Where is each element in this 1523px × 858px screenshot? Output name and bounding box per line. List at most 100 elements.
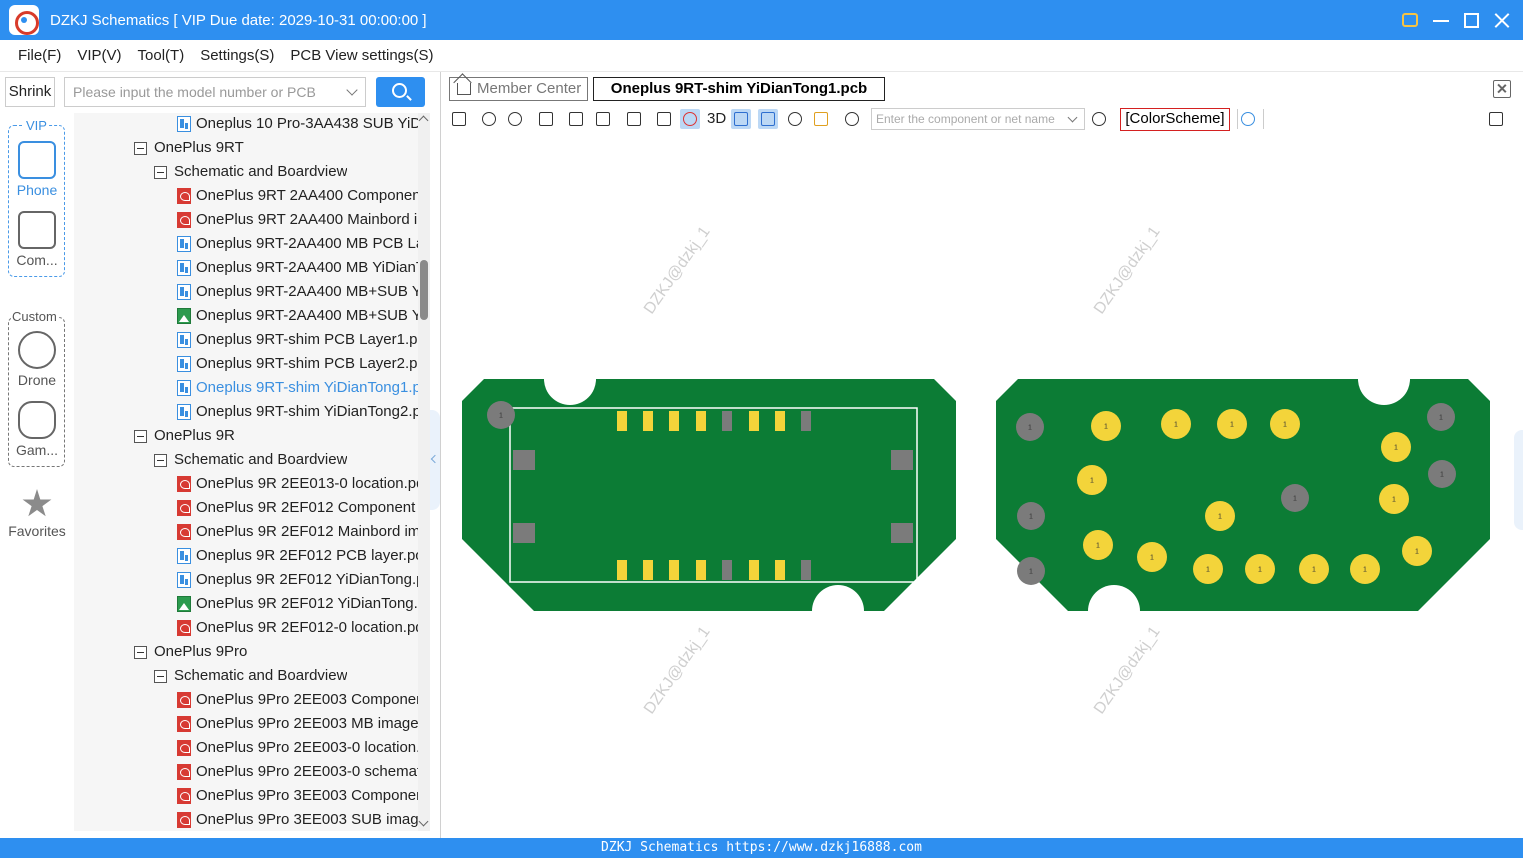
net-highlight-icon[interactable] [758, 109, 778, 129]
layer-flip-icon[interactable] [680, 109, 700, 129]
collapse-icon[interactable] [134, 429, 147, 443]
image-file-icon [177, 308, 191, 324]
eye-icon[interactable] [1238, 109, 1258, 129]
tree-label: OnePlus 9Pro [154, 643, 248, 660]
tree-file[interactable]: Oneplus 9RT-2AA400 MB PCB Layer [177, 232, 418, 256]
collapse-icon[interactable] [134, 645, 147, 659]
home-icon [457, 83, 471, 95]
tree-group[interactable]: OnePlus 9R [134, 424, 418, 448]
component-search-input[interactable]: Enter the component or net name [871, 108, 1085, 130]
tree-file[interactable]: OnePlus 9R 2EF012 YiDianTong.sr [177, 592, 418, 616]
color-scheme-button[interactable]: [ColorScheme] [1120, 108, 1230, 131]
pin-number-label: 1 [1312, 567, 1316, 574]
tree-file[interactable]: Oneplus 9RT-2AA400 MB+SUB YiDian [177, 280, 418, 304]
pcb-drawing[interactable]: DZKJ@dzkj_1 DZKJ@dzkj_1 DZKJ@dzkj_1 DZKJ@dz… [441, 133, 1514, 838]
pad [891, 450, 913, 470]
tree-file[interactable]: OnePlus 9R 2EF012-0 location.pdf [177, 616, 418, 640]
tree-file[interactable]: Oneplus 9RT-shim PCB Layer1.pcb [177, 328, 418, 352]
tree-label: OnePlus 9R 2EF012 YiDianTong.sr [196, 595, 418, 612]
shrink-button[interactable]: Shrink [5, 77, 55, 107]
chevron-down-icon[interactable] [346, 84, 358, 96]
shopping-bag-icon[interactable] [1402, 13, 1418, 27]
pin-number-label: 1 [1090, 478, 1094, 485]
tree-group[interactable]: OnePlus 9RT [134, 136, 418, 160]
tree-file[interactable]: Oneplus 9RT-2AA400 MB+SUB YiDian [177, 304, 418, 328]
mirror-icon[interactable] [654, 109, 674, 129]
mouse-icon[interactable] [842, 109, 862, 129]
pdf-file-icon [177, 524, 191, 540]
tree-file[interactable]: Oneplus 9RT-shim YiDianTong2.pcb [177, 400, 418, 424]
tree-file[interactable]: OnePlus 9R 2EF012 Component e [177, 496, 418, 520]
tree-file[interactable]: Oneplus 10 Pro-3AA438 SUB YiDianTong [177, 113, 418, 136]
side-panel-icon[interactable] [1486, 109, 1506, 129]
trace-icon[interactable] [785, 109, 805, 129]
collapse-icon[interactable] [134, 141, 147, 155]
arrow-connect-icon[interactable] [731, 109, 751, 129]
tree-file[interactable]: OnePlus 9R 2EF012 Mainbord ima [177, 520, 418, 544]
tree-file[interactable]: OnePlus 9Pro 2EE003 MB image.pdf [177, 712, 418, 736]
tree-scrollbar[interactable] [418, 113, 430, 831]
category-drone-label: Drone [17, 372, 57, 388]
collapse-right-panel-handle[interactable] [1514, 430, 1523, 530]
tree-file[interactable]: OnePlus 9Pro 2EE003 Component [177, 688, 418, 712]
chevron-down-icon[interactable] [1067, 112, 1078, 123]
tree-group[interactable]: Schematic and Boardview [154, 448, 418, 472]
connector-pad [801, 560, 811, 580]
search-button[interactable] [376, 77, 425, 107]
menu-file[interactable]: File(F) [18, 47, 61, 64]
tab-member-center[interactable]: Member Center [449, 77, 588, 101]
pcb-file-icon [177, 332, 191, 348]
rotate-left-icon[interactable] [566, 109, 586, 129]
close-tabs-icon[interactable] [1493, 80, 1511, 98]
tree-file[interactable]: Oneplus 9RT-2AA400 MB YiDianTong [177, 256, 418, 280]
menu-pcb-view-settings[interactable]: PCB View settings(S) [290, 47, 433, 64]
category-computer[interactable]: Com... [0, 211, 74, 268]
3d-view-button[interactable]: 3D [707, 109, 726, 129]
pin-number-label: 1 [1440, 472, 1444, 479]
tree-group[interactable]: Schematic and Boardview [154, 160, 418, 184]
tree-group[interactable]: Schematic and Boardview [154, 664, 418, 688]
zoom-out-icon[interactable] [505, 109, 525, 129]
pcb-canvas[interactable]: DZKJ@dzkj_1 DZKJ@dzkj_1 DZKJ@dzkj_1 DZKJ@dz… [441, 133, 1514, 838]
tree-file[interactable]: OnePlus 9R 2EE013-0 location.pdf [177, 472, 418, 496]
menu-tool[interactable]: Tool(T) [138, 47, 185, 64]
category-favorites[interactable]: Favorites [0, 489, 74, 539]
fit-view-icon[interactable] [536, 109, 556, 129]
scroll-thumb[interactable] [420, 260, 428, 320]
collapse-icon[interactable] [154, 165, 167, 179]
scroll-down-icon[interactable] [418, 816, 429, 827]
tree-file[interactable]: Oneplus 9RT-shim PCB Layer2.pcb [177, 352, 418, 376]
tree-file[interactable]: Oneplus 9R 2EF012 PCB layer.pcb [177, 544, 418, 568]
tree-group[interactable]: OnePlus 9Pro [134, 640, 418, 664]
tree-file[interactable]: Oneplus 9R 2EF012 YiDianTong.pcb [177, 568, 418, 592]
menu-settings[interactable]: Settings(S) [200, 47, 274, 64]
category-drone[interactable]: Drone [0, 331, 74, 388]
tree-file[interactable]: OnePlus 9Pro 2EE003-0 schematic [177, 760, 418, 784]
zoom-in-icon[interactable] [479, 109, 499, 129]
category-phone[interactable]: Phone [0, 141, 74, 198]
rotate-right-icon[interactable] [593, 109, 613, 129]
category-game[interactable]: Gam... [0, 401, 74, 458]
pins-grid-icon[interactable] [811, 109, 831, 129]
split-view-icon[interactable] [449, 109, 469, 129]
search-icon[interactable] [1089, 109, 1109, 129]
maximize-icon[interactable] [1464, 12, 1479, 28]
pin-number-label: 1 [1439, 415, 1443, 422]
tree-file[interactable]: OnePlus 9Pro 2EE003-0 location.pdf [177, 736, 418, 760]
tree-file[interactable]: OnePlus 9Pro 3EE003 Component [177, 784, 418, 808]
paint-roller-icon[interactable] [624, 109, 644, 129]
collapse-sidebar-handle[interactable] [430, 410, 440, 510]
collapse-icon[interactable] [154, 669, 167, 683]
collapse-icon[interactable] [154, 453, 167, 467]
scroll-up-icon[interactable] [418, 115, 429, 126]
tree-file[interactable]: Oneplus 9RT-shim YiDianTong1.pcb [177, 376, 418, 400]
tab-active-file[interactable]: Oneplus 9RT-shim YiDianTong1.pcb [593, 77, 885, 101]
close-icon[interactable] [1493, 11, 1511, 29]
minimize-icon[interactable] [1432, 11, 1450, 29]
tree-file[interactable]: OnePlus 9RT 2AA400 Component [177, 184, 418, 208]
model-search-input[interactable]: Please input the model number or PCB [64, 77, 366, 107]
tree-file[interactable]: OnePlus 9Pro 3EE003 SUB image.pdf [177, 808, 418, 831]
tree-label: OnePlus 9Pro 3EE003 SUB image.pdf [196, 811, 418, 828]
menu-vip[interactable]: VIP(V) [77, 47, 121, 64]
tree-file[interactable]: OnePlus 9RT 2AA400 Mainbord im [177, 208, 418, 232]
